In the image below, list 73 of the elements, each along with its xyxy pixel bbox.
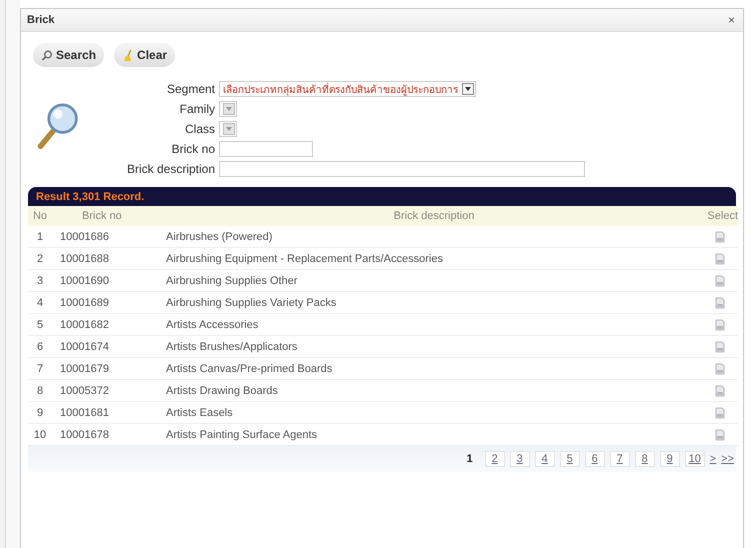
table-cell: Airbrushing Supplies Other bbox=[166, 270, 702, 292]
page-link[interactable]: 1 bbox=[460, 451, 480, 467]
field-label: Family bbox=[178, 102, 215, 116]
close-button[interactable]: × bbox=[726, 13, 737, 27]
input-field[interactable] bbox=[219, 141, 313, 157]
document-icon[interactable] bbox=[715, 296, 725, 309]
table-cell: Artists Easels bbox=[166, 402, 702, 424]
page-link[interactable]: 6 bbox=[584, 451, 605, 467]
caret-icon bbox=[225, 125, 233, 133]
table-cell: Airbrushes (Powered) bbox=[166, 226, 702, 248]
document-icon[interactable] bbox=[715, 362, 725, 375]
table-cell: 9 bbox=[28, 402, 52, 424]
next-page-link[interactable]: > bbox=[710, 453, 716, 465]
column-header: Brick no bbox=[52, 206, 166, 226]
caret-icon bbox=[225, 105, 233, 113]
page-link[interactable]: 5 bbox=[560, 451, 580, 467]
search-button[interactable]: Search bbox=[33, 43, 104, 67]
table-cell: 6 bbox=[28, 336, 52, 358]
table-cell: Airbrushing Supplies Variety Packs bbox=[166, 292, 702, 314]
broom-icon bbox=[122, 48, 134, 62]
document-icon[interactable] bbox=[715, 406, 725, 419]
result-count: Result 3,301 Record. bbox=[36, 190, 144, 202]
page-link[interactable]: 4 bbox=[534, 451, 555, 467]
column-header: Brick description bbox=[166, 206, 702, 226]
table-cell: 10001688 bbox=[52, 248, 166, 270]
select-field[interactable]: เลือกประเภทกลุ่มสินค้าที่ตรงกับสินค้าของผู้ประกอบการ bbox=[219, 81, 476, 97]
document-icon[interactable] bbox=[715, 230, 725, 243]
table-cell: 5 bbox=[28, 314, 52, 336]
caret-icon bbox=[464, 85, 472, 93]
column-header: Select bbox=[702, 206, 738, 226]
input-field[interactable] bbox=[219, 161, 585, 177]
table-cell: Artists Drawing Boards bbox=[166, 380, 702, 402]
page-link[interactable]: 9 bbox=[660, 451, 680, 467]
field-label: Class bbox=[184, 122, 215, 136]
table-cell: 10001681 bbox=[52, 402, 166, 424]
table-cell: 2 bbox=[28, 248, 52, 270]
table-cell: 10001690 bbox=[52, 270, 166, 292]
table-cell: 10001679 bbox=[52, 358, 166, 380]
page-link[interactable]: 2 bbox=[484, 451, 505, 467]
table-cell: 7 bbox=[28, 358, 52, 380]
table-cell: Artists Canvas/Pre-primed Boards bbox=[166, 358, 702, 380]
window-title: Brick bbox=[27, 14, 55, 26]
document-icon[interactable] bbox=[715, 340, 725, 353]
document-icon[interactable] bbox=[715, 252, 725, 265]
table-cell: 10001674 bbox=[52, 336, 166, 358]
select-field[interactable] bbox=[219, 101, 237, 117]
table-cell: 10001689 bbox=[52, 292, 166, 314]
table-cell: Artists Brushes/Applicators bbox=[166, 336, 702, 358]
field-label: Brick no bbox=[170, 142, 215, 156]
select-field[interactable] bbox=[219, 121, 237, 137]
document-icon[interactable] bbox=[715, 274, 725, 287]
last-page-link[interactable]: >> bbox=[721, 453, 734, 465]
table-cell: 10001682 bbox=[52, 314, 166, 336]
page-link[interactable]: 3 bbox=[510, 451, 530, 467]
table-cell: 10001686 bbox=[52, 226, 166, 248]
document-icon[interactable] bbox=[715, 428, 725, 441]
table-cell: 8 bbox=[28, 380, 52, 402]
clear-button[interactable]: Clear bbox=[114, 43, 176, 67]
table-cell: Artists Accessories bbox=[166, 314, 702, 336]
field-label: Segment bbox=[166, 82, 215, 96]
table-cell: 10005372 bbox=[52, 380, 166, 402]
table-cell: 4 bbox=[28, 292, 52, 314]
page-link[interactable]: 10 bbox=[684, 451, 705, 467]
table-cell: 3 bbox=[28, 270, 52, 292]
document-icon[interactable] bbox=[715, 384, 725, 397]
table-cell: Airbrushing Equipment - Replacement Parts/Accessories bbox=[166, 248, 702, 270]
table-cell: 1 bbox=[28, 226, 52, 248]
page-link[interactable]: 7 bbox=[610, 451, 630, 467]
search-icon bbox=[41, 48, 53, 62]
column-header: No bbox=[28, 206, 52, 226]
field-label: Brick description bbox=[126, 162, 215, 176]
document-icon[interactable] bbox=[715, 318, 725, 331]
page-link[interactable]: 8 bbox=[634, 451, 655, 467]
